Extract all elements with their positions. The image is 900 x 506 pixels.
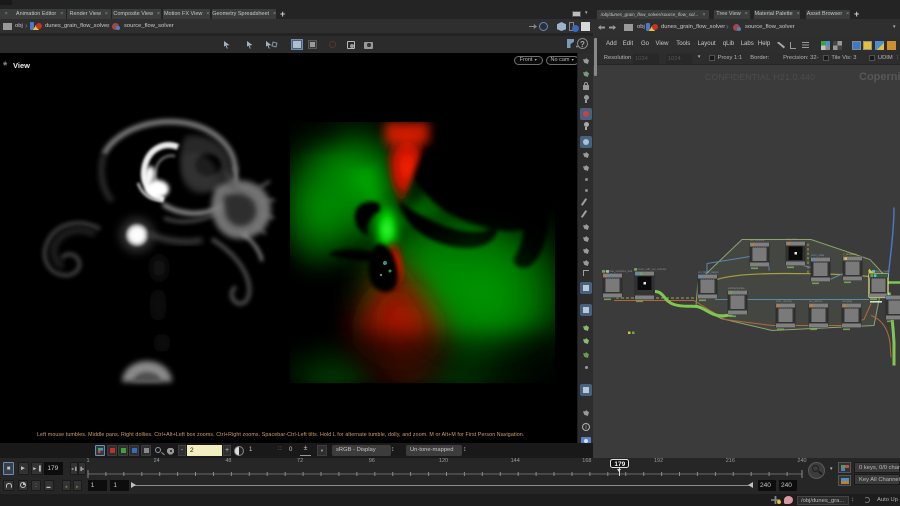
svg-text:vuzz_volte: vuzz_volte	[811, 253, 825, 257]
svg-text:vel_advect: vel_advect	[809, 299, 823, 303]
svg-text:convert_vdb_vel_velocity: convert_vdb_vel_velocity	[635, 267, 667, 271]
svg-text:vel_volume: vel_volume	[750, 238, 765, 242]
svg-text:vels_velocity: vels_velocity	[776, 299, 792, 303]
svg-text:vel_noise: vel_noise	[786, 237, 798, 241]
svg-text:generate_particles_trail: generate_particles_trail	[603, 269, 632, 273]
svg-text:v_template: v_template	[843, 252, 857, 256]
svg-text:vol_black_target: vol_black_target	[698, 270, 719, 274]
svg-text:volinterpolate: volinterpolate	[728, 286, 745, 290]
svg-text:merging: merging	[842, 299, 853, 303]
